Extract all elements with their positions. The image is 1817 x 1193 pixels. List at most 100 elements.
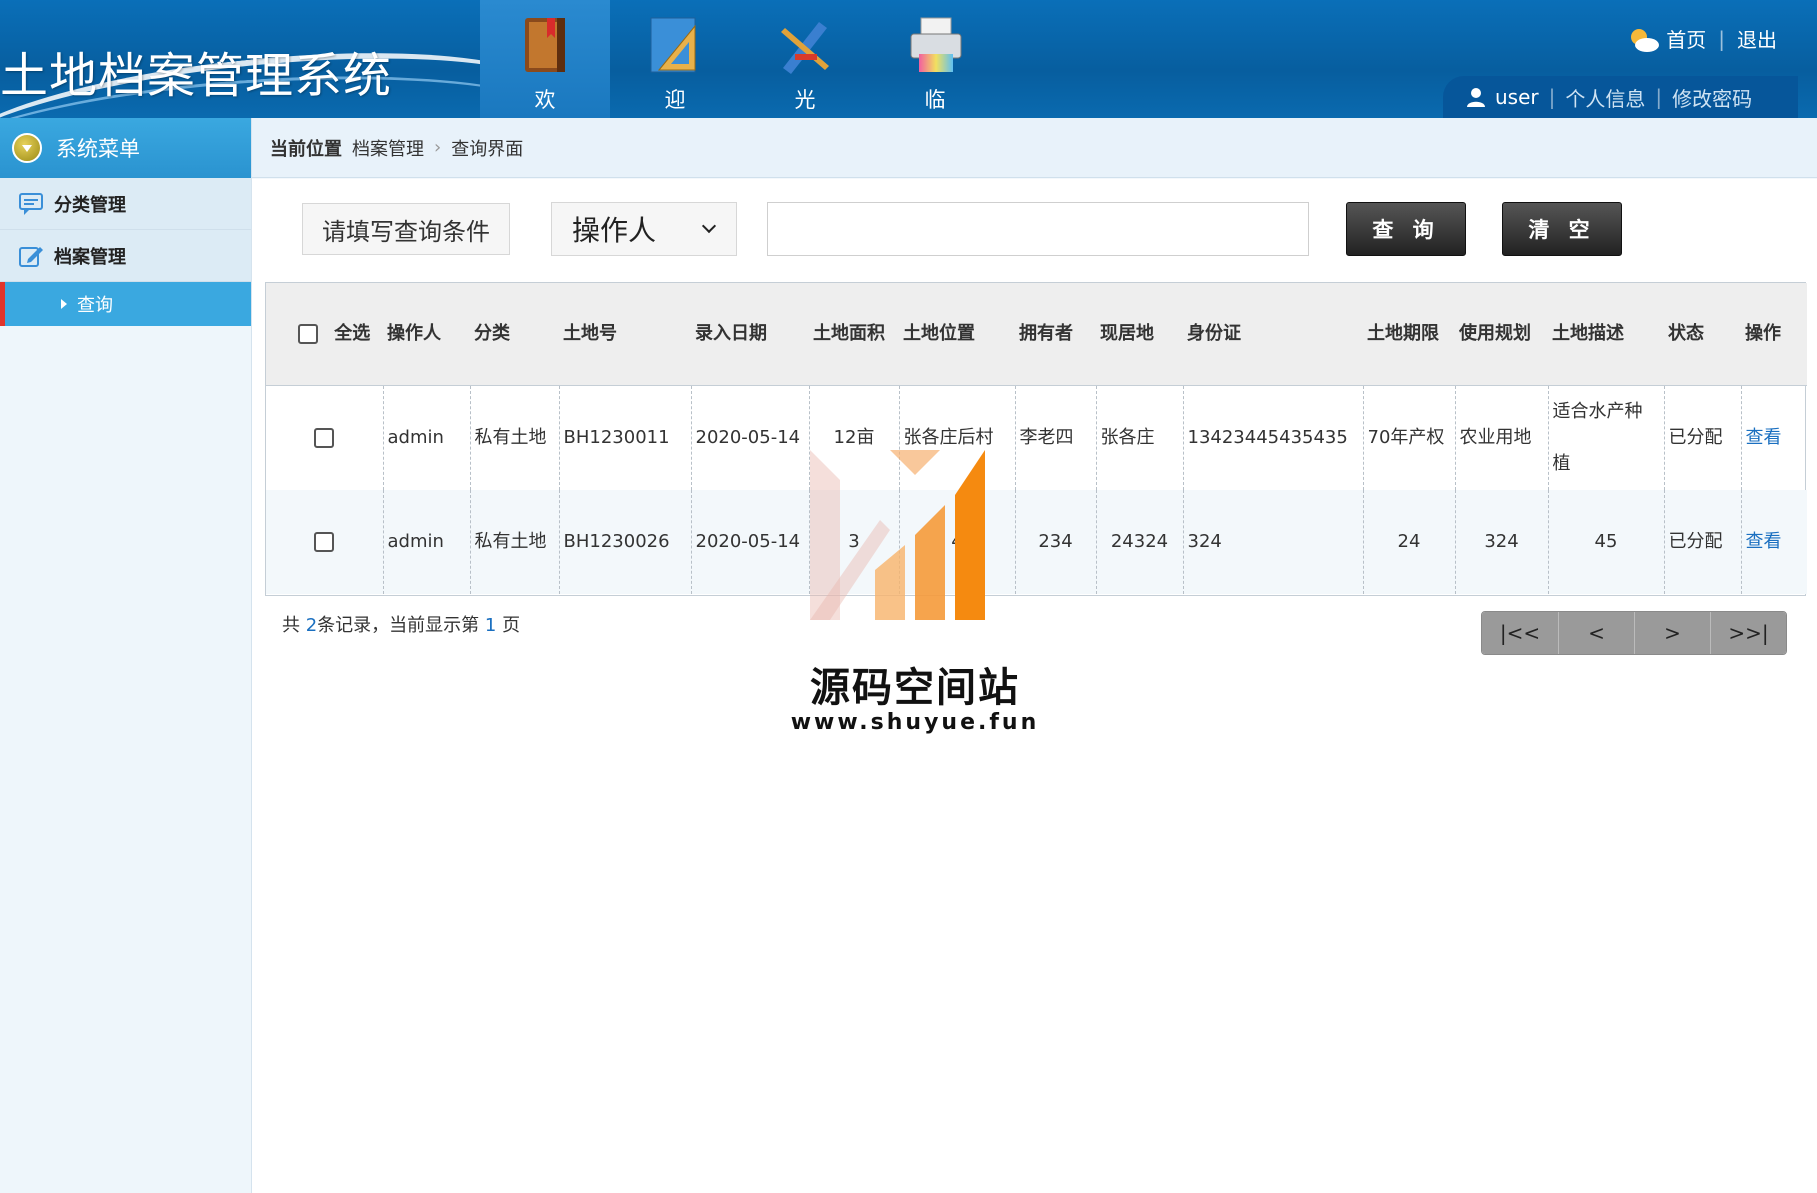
condition-label: 请填写查询条件: [302, 203, 510, 255]
field-select-value: 操作人: [572, 214, 657, 247]
cell-operator: admin: [382, 385, 470, 490]
row-select-cell: [266, 385, 383, 490]
cell-land-no: BH1230026: [558, 489, 691, 594]
sidebar-item-label: 分类管理: [54, 194, 126, 216]
column-header: 操作: [1741, 283, 1807, 386]
row-checkbox[interactable]: [314, 531, 335, 552]
nav-label: 临: [924, 88, 946, 112]
top-links: 首页 | 退出: [1626, 24, 1777, 53]
sidebar-subitem-query[interactable]: 查询: [0, 282, 251, 326]
sidebar-item-label: 档案管理: [54, 246, 126, 268]
cell-description: 适合水产种植: [1547, 385, 1664, 490]
row-checkbox[interactable]: [314, 427, 335, 448]
next-page-button[interactable]: >: [1634, 612, 1710, 654]
watermark-text: 源码空间站: [810, 665, 1020, 711]
cell-id-card: 324: [1182, 489, 1363, 594]
last-page-button[interactable]: >>|: [1710, 612, 1786, 654]
breadcrumb-item[interactable]: 档案管理: [352, 135, 424, 161]
column-header: 土地面积: [809, 283, 899, 386]
breadcrumb-item: 查询界面: [451, 138, 524, 160]
cell-category: 私有土地: [469, 489, 559, 594]
chevron-right-icon: ›: [434, 137, 442, 158]
select-all-header: 全选: [266, 283, 383, 386]
sidebar-header[interactable]: 系统菜单: [0, 118, 251, 178]
sidebar-subitem-label: 查询: [77, 295, 113, 316]
logout-link[interactable]: 退出: [1737, 24, 1777, 53]
top-nav: 欢 迎 光 临: [480, 0, 1000, 118]
nav-item-welcome-4[interactable]: 临: [870, 0, 1000, 118]
weather-icon: [1631, 28, 1660, 52]
view-link[interactable]: 查看: [1740, 385, 1807, 490]
column-header: 现居地: [1096, 283, 1183, 386]
app-header: 土地档案管理系统 欢 迎 光 临 首页 | 退出 user | 个人信息 | 修…: [0, 0, 1817, 118]
cell-usage-plan: 农业用地: [1454, 385, 1548, 490]
sidebar-title: 系统菜单: [56, 137, 140, 161]
book-icon: [525, 18, 565, 72]
sidebar-item-archive[interactable]: 档案管理: [0, 230, 251, 282]
collapse-icon: [12, 133, 42, 163]
cell-status: 已分配: [1663, 489, 1741, 594]
column-header: 使用规划: [1455, 283, 1548, 386]
total-count: 2: [305, 615, 318, 636]
nav-label: 欢: [534, 88, 556, 112]
nav-item-welcome-3[interactable]: 光: [740, 0, 870, 118]
user-bar: user | 个人信息 | 修改密码: [1443, 76, 1798, 118]
sidebar: 系统菜单 分类管理 档案管理 查询: [0, 118, 252, 1193]
edit-icon: [19, 246, 43, 267]
table-header-row: 全选 操作人 分类 土地号 录入日期 土地面积 土地位置 拥有者 现居地 身份证…: [266, 283, 1807, 386]
printer-icon: [910, 17, 962, 72]
change-password-link[interactable]: 修改密码: [1672, 83, 1752, 112]
chevron-down-icon: [701, 218, 717, 234]
app-title: 土地档案管理系统: [0, 48, 393, 104]
watermark: 源码空间站 www.shuyue.fun: [790, 450, 1040, 740]
pen-tools-icon: [781, 22, 829, 74]
column-header: 状态: [1664, 283, 1741, 386]
column-header: 土地位置: [899, 283, 1015, 386]
profile-link[interactable]: 个人信息: [1565, 83, 1645, 112]
cell-status: 已分配: [1663, 385, 1741, 490]
column-header: 操作人: [383, 283, 470, 386]
current-page: 1: [484, 615, 497, 636]
field-select[interactable]: 操作人: [551, 202, 737, 256]
breadcrumb-current-label: 当前位置: [270, 138, 342, 160]
column-header: 土地号: [559, 283, 691, 386]
column-header: 土地描述: [1548, 283, 1664, 386]
nav-item-welcome-1[interactable]: 欢: [480, 0, 610, 118]
column-header: 录入日期: [691, 283, 809, 386]
clear-button[interactable]: 清 空: [1502, 202, 1622, 256]
user-icon: [1467, 88, 1485, 107]
pagination-info: 共 2条记录，当前显示第 1 页: [282, 615, 521, 636]
prev-page-button[interactable]: <: [1558, 612, 1634, 654]
caret-right-icon: [61, 299, 67, 309]
column-header: 拥有者: [1015, 283, 1096, 386]
breadcrumb: 当前位置 档案管理 › 查询界面: [252, 118, 1817, 178]
query-button[interactable]: 查 询: [1346, 202, 1466, 256]
cell-id-card: 13423445435435: [1182, 385, 1363, 490]
cell-residence: 24324: [1095, 489, 1183, 594]
cell-term: 24: [1362, 489, 1455, 594]
cell-usage-plan: 324: [1454, 489, 1548, 594]
column-header: 土地期限: [1363, 283, 1455, 386]
sidebar-item-category[interactable]: 分类管理: [0, 178, 251, 230]
view-link[interactable]: 查看: [1740, 489, 1807, 594]
watermark-url: www.shuyue.fun: [790, 710, 1040, 735]
cell-operator: admin: [382, 489, 470, 594]
select-all-checkbox[interactable]: [298, 323, 318, 344]
nav-label: 光: [794, 88, 816, 112]
chat-icon: [19, 192, 43, 215]
cell-term: 70年产权: [1362, 385, 1455, 490]
cell-category: 私有土地: [469, 385, 559, 490]
search-row: 请填写查询条件 操作人 查 询 清 空: [252, 179, 1817, 279]
cell-land-no: BH1230011: [558, 385, 691, 490]
first-page-button[interactable]: |<<: [1482, 612, 1558, 654]
home-link[interactable]: 首页: [1666, 24, 1706, 53]
column-header: 分类: [470, 283, 559, 386]
nav-label: 迎: [664, 88, 686, 112]
search-input[interactable]: [767, 202, 1309, 256]
ruler-icon: [650, 17, 696, 73]
cell-description: 45: [1547, 489, 1664, 594]
username: user: [1495, 85, 1539, 109]
nav-item-welcome-2[interactable]: 迎: [610, 0, 740, 118]
column-header: 身份证: [1183, 283, 1363, 386]
pagination: |<< < > >>|: [1481, 611, 1787, 655]
